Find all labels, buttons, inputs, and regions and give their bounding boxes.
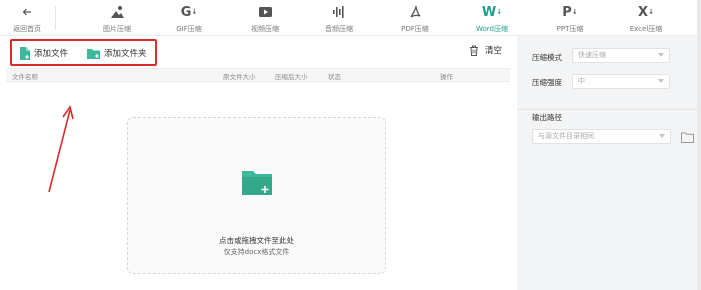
output-path-select[interactable]: 与源文件目录相同 xyxy=(532,129,671,144)
output-path-label: 输出路径 xyxy=(532,113,562,122)
drop-zone[interactable]: 点击或拖拽文件至此处 仅支持docx格式文件 xyxy=(127,117,386,274)
drop-zone-title: 点击或拖拽文件至此处 xyxy=(219,236,294,245)
folder-icon[interactable] xyxy=(681,132,694,143)
gif-compress-icon: G ↓ xyxy=(180,4,198,20)
pdf-compress-icon xyxy=(408,2,422,22)
add-folder-button[interactable]: 添加文件夹 xyxy=(87,46,147,60)
add-file-label: 添加文件 xyxy=(34,49,69,59)
arrow-left-icon xyxy=(22,2,32,22)
compress-strength-value: 中 xyxy=(578,77,585,85)
output-path-value: 与源文件目录相同 xyxy=(538,132,594,140)
annotation-arrow xyxy=(48,105,74,193)
drop-zone-hint: 仅支持docx格式文件 xyxy=(223,248,290,256)
add-folder-icon xyxy=(242,171,272,195)
column-compressed-size: 压缩后大小 xyxy=(275,73,308,81)
clear-button[interactable]: 清空 xyxy=(469,44,502,56)
tab-gif-compress[interactable]: G ↓ GIF压缩 xyxy=(171,2,207,34)
video-compress-icon xyxy=(258,2,273,22)
chevron-down-icon xyxy=(658,79,664,83)
top-toolbar: 返回首页 图片压缩 G ↓ GIF压缩 视频压缩 音频压缩 PDF压缩 W ↓ Wo… xyxy=(0,0,701,36)
back-home-label: 返回首页 xyxy=(13,25,41,33)
tab-ppt-compress[interactable]: P ↓ PPT压缩 xyxy=(552,2,588,34)
settings-panel: 压缩模式 快速压缩 压缩强度 中 输出路径 与源文件目录相同 xyxy=(517,36,701,290)
tab-video-compress[interactable]: 视频压缩 xyxy=(247,2,283,34)
file-list-area: 添加文件 添加文件夹 清空 文件名称 原文件大小 压缩后大小 状态 操作 点击或… xyxy=(6,36,510,290)
word-compress-icon: W ↓ xyxy=(481,4,503,20)
audio-compress-icon xyxy=(332,2,346,22)
tab-label: 视频压缩 xyxy=(251,25,279,33)
tab-word-compress[interactable]: W ↓ Word压缩 xyxy=(472,2,512,34)
add-file-button[interactable]: 添加文件 xyxy=(19,46,68,60)
add-file-icon xyxy=(20,46,30,60)
tab-excel-compress[interactable]: X ↓ Excel压缩 xyxy=(626,2,666,34)
compress-mode-value: 快速压缩 xyxy=(578,51,606,59)
panel-divider xyxy=(517,109,701,110)
tab-label: PDF压缩 xyxy=(401,25,429,33)
window-scroll-edge xyxy=(697,0,701,290)
add-actions-highlight: 添加文件 添加文件夹 xyxy=(10,39,157,66)
trash-icon xyxy=(469,45,478,56)
tab-audio-compress[interactable]: 音频压缩 xyxy=(321,2,357,34)
tab-label: Word压缩 xyxy=(476,25,508,33)
ppt-compress-icon: P ↓ xyxy=(562,4,578,20)
tab-label: PPT压缩 xyxy=(556,25,584,33)
tab-image-compress[interactable]: 图片压缩 xyxy=(99,2,135,34)
add-folder-label: 添加文件夹 xyxy=(104,49,147,59)
image-compress-icon xyxy=(110,2,124,22)
tab-label: GIF压缩 xyxy=(176,25,202,33)
tab-pdf-compress[interactable]: PDF压缩 xyxy=(397,2,433,34)
column-actions: 操作 xyxy=(440,73,453,81)
column-file-name: 文件名称 xyxy=(12,73,38,81)
compress-mode-label: 压缩模式 xyxy=(532,53,562,62)
chevron-down-icon xyxy=(658,53,664,57)
compress-strength-select[interactable]: 中 xyxy=(572,74,670,89)
tab-label: 图片压缩 xyxy=(103,25,131,33)
column-status: 状态 xyxy=(328,73,341,81)
toolbar-divider xyxy=(55,6,56,30)
compress-mode-select[interactable]: 快速压缩 xyxy=(572,48,670,63)
clear-label: 清空 xyxy=(484,46,502,56)
compress-strength-label: 压缩强度 xyxy=(532,78,562,87)
tab-label: 音频压缩 xyxy=(325,25,353,33)
file-table-header: 文件名称 原文件大小 压缩后大小 状态 操作 xyxy=(6,68,510,82)
excel-compress-icon: X ↓ xyxy=(638,4,654,20)
column-original-size: 原文件大小 xyxy=(223,73,256,81)
add-folder-icon xyxy=(87,48,100,59)
tab-label: Excel压缩 xyxy=(629,25,663,33)
chevron-down-icon xyxy=(659,134,665,138)
back-home-button[interactable]: 返回首页 xyxy=(9,2,45,34)
